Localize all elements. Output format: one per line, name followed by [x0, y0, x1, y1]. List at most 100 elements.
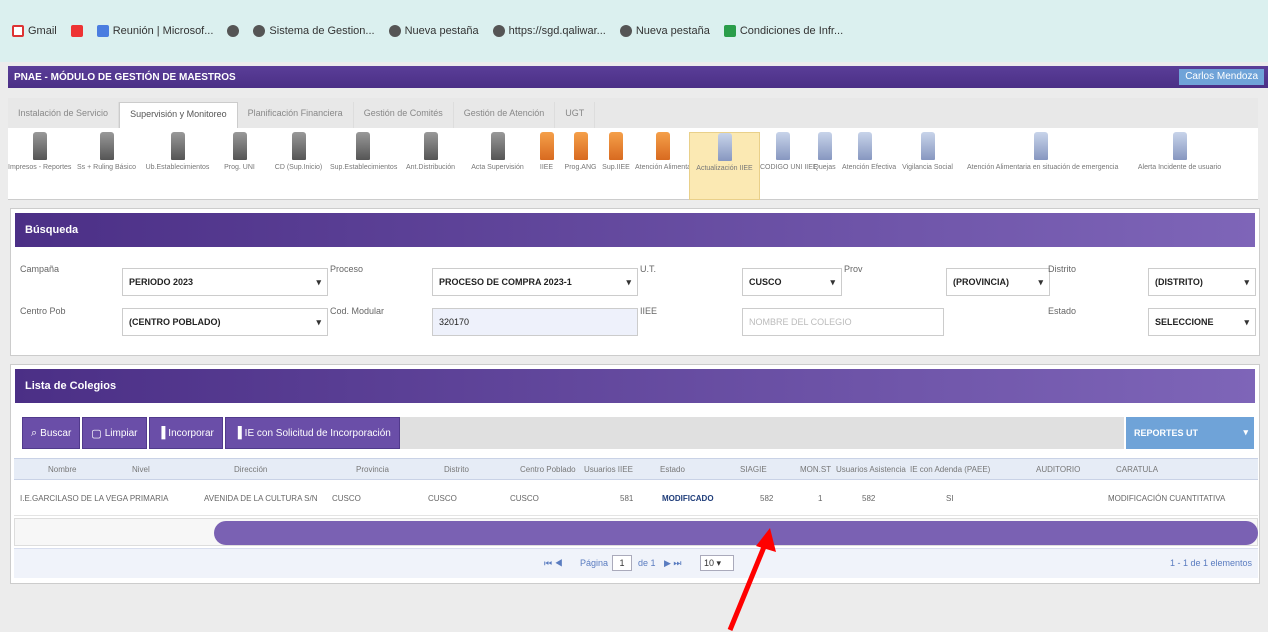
toolbar-button[interactable]: CODIGO UNI IIEE: [760, 132, 818, 171]
bookmark-label: https://sgd.qaliwar...: [508, 25, 606, 37]
column-header[interactable]: Nivel: [132, 465, 150, 474]
toolbar-button[interactable]: Alerta Incidente de usuario: [1114, 132, 1245, 171]
bookmark-item[interactable]: Sistema de Gestion...: [253, 25, 375, 37]
list-action-button[interactable]: ⌕ Buscar: [22, 417, 81, 449]
tab-item[interactable]: Planificación Financiera: [238, 102, 354, 128]
column-header[interactable]: MON.ST: [800, 465, 831, 474]
estado-select[interactable]: SELECCIONE ▾: [1148, 308, 1256, 336]
tool-icon: [32, 132, 47, 160]
user-button[interactable]: Carlos Mendoza: [1179, 69, 1264, 85]
column-header[interactable]: Estado: [660, 465, 685, 474]
tool-icon: [291, 132, 306, 160]
bookmark-item[interactable]: [227, 25, 240, 37]
column-header[interactable]: SIAGIE: [740, 465, 767, 474]
toolbar-button[interactable]: Vigilancia Social: [888, 132, 967, 171]
first-page-button[interactable]: ⏮ ◀: [544, 558, 563, 569]
toolbar-button[interactable]: Atención Alimentaria en situación de eme…: [967, 132, 1118, 171]
bookmark-item[interactable]: Nueva pestaña: [388, 25, 479, 37]
microsoft-icon: [96, 25, 109, 37]
page-of-label: de 1: [638, 558, 656, 568]
tab-item[interactable]: UGT: [555, 102, 596, 128]
bookmark-item[interactable]: [70, 25, 83, 37]
chevron-down-icon: ▾: [626, 277, 631, 287]
toolbar-button[interactable]: IIEE: [529, 132, 564, 171]
column-header[interactable]: Centro Poblado: [520, 465, 576, 474]
chevron-down-icon: ▾: [830, 277, 835, 287]
distrito-label: Distrito: [1048, 264, 1077, 274]
bookmark-item[interactable]: Condiciones de Infr...: [723, 25, 843, 37]
toolbar-button[interactable]: Sup.Establecimientos: [330, 132, 397, 171]
button-label: Incorporar: [168, 427, 214, 439]
tool-label: Sup.IIEE: [602, 164, 630, 171]
toolbar-button[interactable]: Ub.Establecimientos: [142, 132, 213, 171]
ut-value: CUSCO: [749, 277, 782, 287]
bookmark-item[interactable]: Nueva pestaña: [619, 25, 710, 37]
provincia-select[interactable]: (PROVINCIA) ▾: [946, 268, 1050, 296]
tool-label: Prog. UNI: [224, 164, 255, 171]
toolbar-button[interactable]: Quejas: [807, 132, 842, 171]
reportes-ut-dropdown[interactable]: REPORTES UT ▾: [1126, 417, 1254, 449]
distrito-select[interactable]: (DISTRITO) ▾: [1148, 268, 1256, 296]
toolbar-button[interactable]: Acta Supervisión: [466, 132, 529, 171]
bookmark-item[interactable]: Reunión | Microsof...: [96, 25, 213, 37]
campana-select[interactable]: PERIODO 2023 ▾: [122, 268, 328, 296]
toolbar-button[interactable]: Impresos - Reportes: [8, 132, 71, 171]
toolbar-button[interactable]: Prog.ANG: [564, 132, 597, 171]
gmail-icon: [12, 25, 24, 37]
toolbar-button[interactable]: Prog. UNI: [212, 132, 267, 171]
toolbar-button[interactable]: Ant.Distribución: [395, 132, 466, 171]
page-size-value: 10: [704, 558, 715, 568]
app-title: PNAE - MÓDULO DE GESTIÓN DE MAESTROS: [14, 71, 236, 83]
table-cell: 1: [818, 494, 823, 503]
ut-select[interactable]: CUSCO ▾: [742, 268, 842, 296]
proceso-select[interactable]: PROCESO DE COMPRA 2023-1 ▾: [432, 268, 638, 296]
column-header[interactable]: Dirección: [234, 465, 267, 474]
tool-icon: [423, 132, 438, 160]
tool-label: Ss + Ruling Básico: [77, 164, 136, 171]
tab-item[interactable]: Instalación de Servicio: [8, 102, 120, 128]
globe-icon: [227, 25, 240, 37]
toolbar-button[interactable]: Atención Alimentaria: [635, 132, 699, 171]
bookmark-item[interactable]: Gmail: [12, 25, 57, 37]
list-action-button[interactable]: ▐ IE con Solicitud de Incorporación: [224, 417, 400, 449]
tab-item[interactable]: Supervisión y Monitoreo: [119, 102, 238, 128]
column-header[interactable]: CARATULA: [1116, 465, 1158, 474]
bookmark-item[interactable]: https://sgd.qaliwar...: [492, 25, 606, 37]
bookmark-label: Sistema de Gestion...: [269, 25, 375, 37]
toolbar-button[interactable]: Sup.IIEE: [597, 132, 635, 171]
tab-item[interactable]: Gestión de Atención: [454, 102, 556, 128]
list-action-button[interactable]: ▢ Limpiar: [82, 417, 147, 449]
search-panel-title: Búsqueda: [15, 213, 1255, 247]
column-header[interactable]: Usuarios IIEE: [584, 465, 633, 474]
tool-label: CD (Sup.Inicio): [274, 164, 323, 171]
list-action-button[interactable]: ▐ Incorporar: [148, 417, 223, 449]
tool-icon: [920, 132, 935, 160]
modular-input[interactable]: 320170: [432, 308, 638, 336]
column-header[interactable]: Nombre: [48, 465, 76, 474]
column-header[interactable]: Usuarios Asistencia: [836, 465, 906, 474]
page-input[interactable]: 1: [612, 555, 632, 571]
column-header[interactable]: Provincia: [356, 465, 389, 474]
toolbar-button[interactable]: CD (Sup.Inicio): [267, 132, 330, 171]
table-row[interactable]: I.E.GARCILASO DE LA VEGA PRIMARIA AVENIDA…: [14, 480, 1258, 516]
tool-icon: [655, 132, 670, 160]
column-header[interactable]: AUDITORIO: [1036, 465, 1080, 474]
column-header[interactable]: IE con Adenda (PAEE): [910, 465, 990, 474]
iiee-label: IIEE: [640, 306, 658, 316]
tab-item[interactable]: Gestión de Comités: [354, 102, 454, 128]
toolbar-button[interactable]: Ss + Ruling Básico: [71, 132, 142, 171]
button-row-background: [396, 417, 1124, 449]
centro-poblado-select[interactable]: (CENTRO POBLADO) ▾: [122, 308, 328, 336]
globe-icon: [388, 25, 401, 37]
next-page-button[interactable]: ▶ ⏭: [664, 558, 682, 569]
tool-icon: [490, 132, 505, 160]
chevron-down-icon: ▾: [316, 277, 321, 287]
button-label: Buscar: [40, 427, 72, 439]
iiee-name-input[interactable]: NOMBRE DEL COLEGIO: [742, 308, 944, 336]
toolbar-button[interactable]: Atención Efectiva: [842, 132, 896, 171]
toolbar-button[interactable]: Actualización IIEE: [689, 132, 760, 200]
table-header: Nombre Nivel Dirección Provincia Distrito Cen…: [14, 458, 1258, 480]
ut-label: U.T.: [640, 264, 657, 274]
globe-icon: [253, 25, 266, 37]
column-header[interactable]: Distrito: [444, 465, 469, 474]
